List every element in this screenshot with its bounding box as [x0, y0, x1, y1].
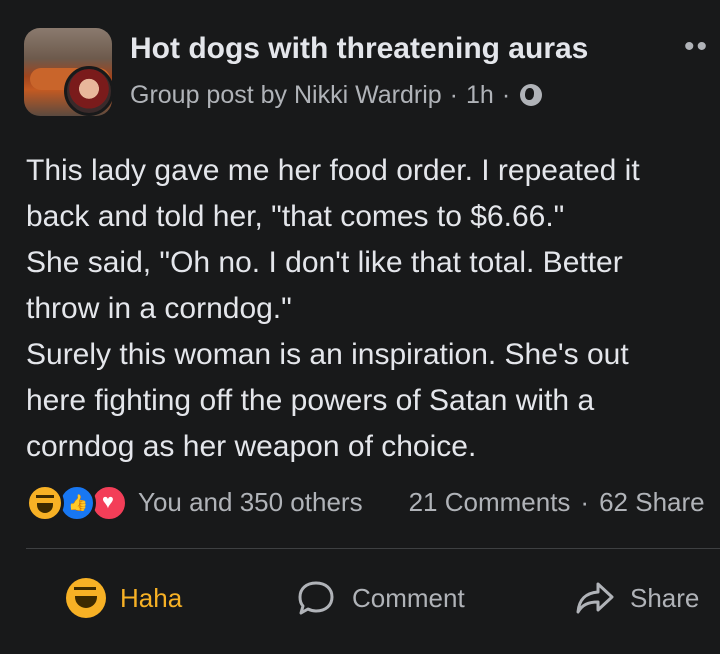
meta-separator: ·	[449, 80, 458, 109]
reaction-count[interactable]: You and 350 others	[138, 487, 363, 518]
comment-label: Comment	[352, 582, 465, 613]
comment-button[interactable]: Comment	[296, 578, 465, 618]
haha-icon	[66, 578, 106, 618]
divider	[26, 548, 720, 549]
post-header: Hot dogs with threatening auras Group po…	[0, 0, 720, 130]
haha-button[interactable]: Haha	[66, 578, 182, 618]
stats-separator: ·	[580, 486, 590, 517]
globe-icon	[520, 84, 543, 106]
reactions-bar: You and 350 others 21 Comments · 62 Share	[26, 482, 720, 522]
haha-icon	[26, 484, 64, 522]
post-meta: Group post by Nikki Wardrip · 1h ·	[130, 80, 543, 110]
post-text-line: This lady gave me her food order. I repe…	[26, 154, 640, 187]
post-text-line: Surely this woman is an inspiration. She…	[26, 338, 629, 371]
post-text-line: corndog as her weapon of choice.	[26, 430, 477, 463]
share-label: Share	[630, 582, 700, 613]
meta-separator: ·	[501, 80, 511, 109]
post-author[interactable]: Group post by Nikki Wardrip	[130, 81, 442, 110]
shares-count[interactable]: 62 Share	[599, 487, 705, 517]
group-post: Hot dogs with threatening auras Group po…	[0, 0, 720, 654]
post-time[interactable]: 1h	[466, 81, 494, 110]
haha-label: Haha	[120, 582, 183, 613]
comment-icon	[298, 581, 334, 615]
post-text-line: throw in a corndog."	[26, 292, 292, 325]
post-body: This lady gave me her food order. I repe…	[26, 148, 720, 470]
more-options-icon[interactable]: ••	[684, 32, 720, 62]
author-avatar[interactable]	[64, 66, 114, 116]
post-text-line: here fighting off the powers of Satan wi…	[26, 384, 595, 417]
group-name[interactable]: Hot dogs with threatening auras	[130, 32, 588, 66]
post-text-line: She said, "Oh no. I don't like that tota…	[26, 246, 623, 279]
share-icon	[576, 582, 614, 614]
share-button[interactable]: Share	[574, 578, 699, 618]
action-bar: Haha Comment Share	[26, 570, 720, 628]
engagement-stats: 21 Comments · 62 Share	[409, 487, 705, 518]
post-text-line: back and told her, "that comes to $6.66.…	[26, 200, 565, 233]
reaction-icons[interactable]	[26, 482, 132, 522]
comments-count[interactable]: 21 Comments	[409, 487, 571, 517]
